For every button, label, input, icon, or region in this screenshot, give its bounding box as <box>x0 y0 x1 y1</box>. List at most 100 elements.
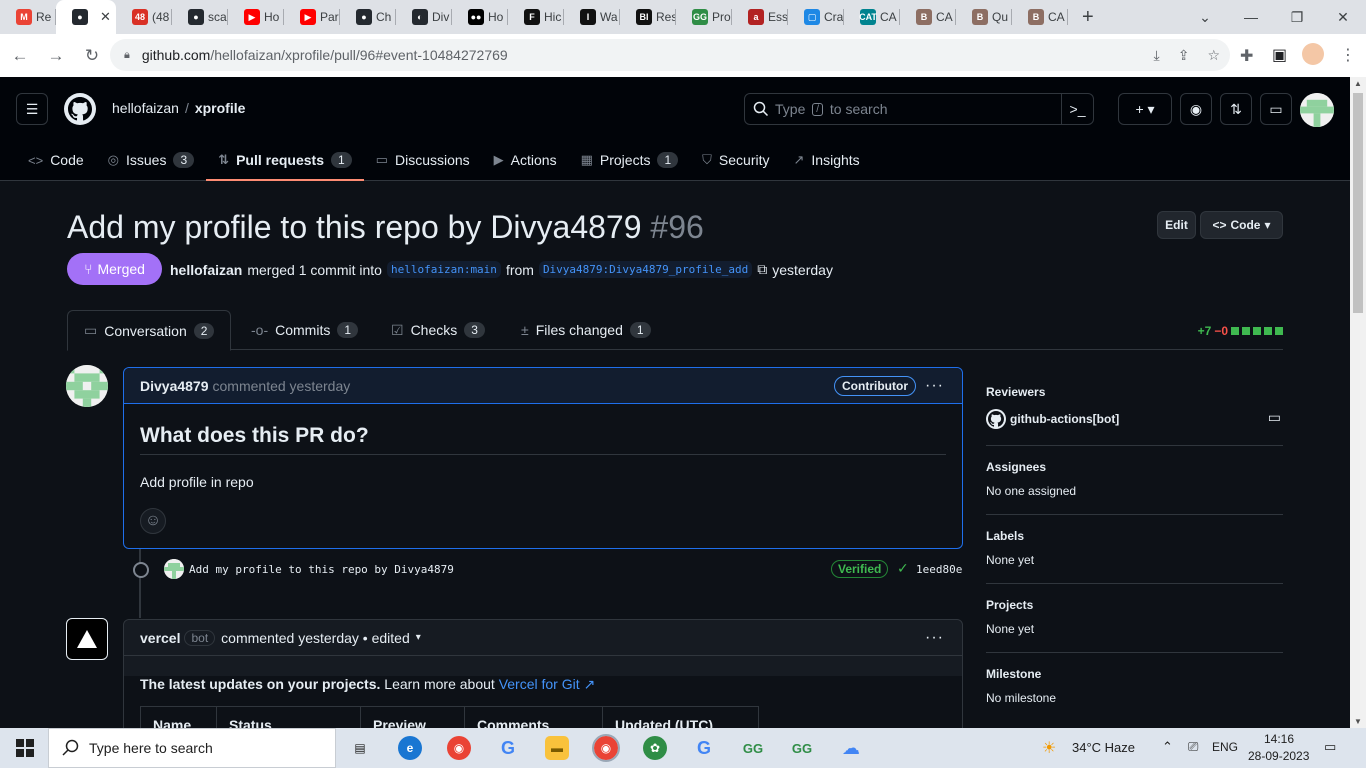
page-scrollbar[interactable]: ▲ ▼ <box>1350 77 1366 728</box>
vercel-avatar[interactable] <box>66 618 108 660</box>
browser-tab[interactable]: GG Pro <box>676 0 732 34</box>
weather-icon[interactable]: ☀ <box>1042 738 1056 758</box>
comment-author[interactable]: Divya4879 <box>140 378 209 394</box>
browser-tab[interactable]: M Re <box>0 0 56 34</box>
repo-nav-issues[interactable]: ◎ Issues 3 <box>96 139 207 181</box>
weather-text[interactable]: 34°C Haze <box>1072 740 1135 755</box>
browser-tab[interactable]: CAT CA <box>844 0 900 34</box>
issues-icon[interactable]: ◉ <box>1180 93 1212 125</box>
commit-author-avatar[interactable] <box>164 559 184 579</box>
code-dropdown-button[interactable]: <> Code ▾ <box>1200 211 1283 239</box>
scrollbar-thumb[interactable] <box>1353 93 1363 313</box>
repo-nav-security[interactable]: ⛉ Security <box>690 139 781 181</box>
browser-tab[interactable]: ●● Ho <box>452 0 508 34</box>
share-icon[interactable]: ⇪ <box>1178 47 1190 64</box>
language-indicator[interactable]: ENG <box>1212 740 1238 754</box>
reload-icon[interactable]: ↻ <box>76 40 108 72</box>
google-icon[interactable]: G <box>496 736 520 760</box>
inbox-icon[interactable]: ▭ <box>1260 93 1292 125</box>
head-branch[interactable]: Divya4879:Divya4879_profile_add <box>538 261 753 278</box>
repo-nav-code[interactable]: <> Code <box>16 139 96 181</box>
windows-start-icon[interactable] <box>16 739 34 762</box>
browser-tab[interactable]: BI Res <box>620 0 676 34</box>
browser-tab[interactable]: 48 (48 <box>116 0 172 34</box>
clock-time[interactable]: 14:16 <box>1264 732 1294 746</box>
vercel-for-git-link[interactable]: Vercel for Git ↗ <box>499 676 596 692</box>
browser-tab[interactable]: ● sca <box>172 0 228 34</box>
comment-options-icon[interactable]: ··· <box>925 377 944 395</box>
repo-nav-pull-requests[interactable]: ⇅ Pull requests 1 <box>206 139 364 181</box>
browser-tab[interactable]: ▶ Par <box>284 0 340 34</box>
bookmark-star-icon[interactable]: ☆ <box>1207 47 1220 64</box>
vercel-comment-options-icon[interactable]: ··· <box>925 629 944 647</box>
commit-message[interactable]: Add my profile to this repo by Divya4879 <box>189 563 454 576</box>
copy-icon[interactable]: ⧉ <box>757 261 767 278</box>
extensions-icon[interactable]: ✚ <box>1240 46 1253 66</box>
google-cloud-icon[interactable]: ☁ <box>839 736 863 760</box>
gfg-second-icon[interactable]: GG <box>790 736 814 760</box>
pr-tab-conversation[interactable]: ▭ Conversation 2 <box>67 310 232 351</box>
close-window-icon[interactable]: ✕ <box>1320 0 1366 34</box>
verified-badge[interactable]: Verified <box>831 560 889 578</box>
install-icon[interactable]: ⤓ <box>1154 47 1160 64</box>
chrome-menu-icon[interactable]: ⋮ <box>1340 45 1356 65</box>
minimize-icon[interactable]: — <box>1228 0 1274 34</box>
pr-tab-checks[interactable]: ☑ Checks 3 <box>391 310 485 350</box>
projects-title[interactable]: Projects <box>986 598 1283 612</box>
review-comment-icon[interactable]: ▭ <box>1268 409 1281 426</box>
vercel-action[interactable]: commented yesterday • edited <box>221 630 410 646</box>
scroll-up-icon[interactable]: ▲ <box>1354 79 1362 88</box>
taskbar-search-input[interactable]: Type here to search <box>48 728 336 768</box>
address-bar[interactable]: 🔒︎ github.com/hellofaizan/xprofile/pull/… <box>110 39 1230 71</box>
gfg-icon[interactable]: GG <box>741 736 765 760</box>
base-branch[interactable]: hellofaizan:main <box>386 261 501 278</box>
edit-history-caret-icon[interactable]: ▾ <box>416 632 421 643</box>
close-tab-icon[interactable]: ✕ <box>100 9 111 25</box>
back-icon[interactable]: ← <box>4 40 36 72</box>
browser-tab[interactable]: I Wa <box>564 0 620 34</box>
browser-tab[interactable]: ▢ Cra <box>788 0 844 34</box>
profile-avatar[interactable] <box>1302 43 1324 65</box>
side-panel-icon[interactable]: ▣ <box>1272 45 1287 65</box>
owner-link[interactable]: hellofaizan <box>112 100 179 116</box>
browser-tab[interactable]: B CA <box>900 0 956 34</box>
new-tab-icon[interactable]: + <box>1082 6 1094 29</box>
repo-nav-actions[interactable]: ▶ Actions <box>482 139 569 181</box>
forward-icon[interactable]: → <box>40 40 72 72</box>
reviewer-item[interactable]: github-actions[bot] <box>986 409 1283 429</box>
browser-tab[interactable]: B Qu <box>956 0 1012 34</box>
repo-link[interactable]: xprofile <box>195 100 246 116</box>
milestone-title[interactable]: Milestone <box>986 667 1283 681</box>
clock-date[interactable]: 28-09-2023 <box>1248 749 1309 763</box>
create-new-button[interactable]: + ▾ <box>1118 93 1172 125</box>
network-icon[interactable]: ⎚ <box>1188 739 1198 755</box>
scroll-down-icon[interactable]: ▼ <box>1354 717 1362 726</box>
task-view-icon[interactable]: ▤ <box>348 736 372 760</box>
browser-tab[interactable]: F Hic <box>508 0 564 34</box>
github-logo-icon[interactable] <box>64 93 96 125</box>
user-avatar[interactable] <box>1300 93 1334 127</box>
repo-nav-projects[interactable]: ▦ Projects 1 <box>569 139 691 181</box>
browser-tab[interactable]: ● Ch <box>340 0 396 34</box>
restore-icon[interactable]: ❐ <box>1274 0 1320 34</box>
assignees-title[interactable]: Assignees <box>986 460 1283 474</box>
search-input[interactable]: Type / to search >_ <box>744 93 1094 125</box>
chrome-active-icon[interactable]: ◉ <box>592 734 620 762</box>
pr-tab-files-changed[interactable]: ± Files changed 1 <box>521 310 651 350</box>
repo-nav-discussions[interactable]: ▭ Discussions <box>364 139 482 181</box>
file-explorer-icon[interactable]: ▬ <box>545 736 569 760</box>
command-palette-icon[interactable]: >_ <box>1061 94 1093 124</box>
google-app-icon[interactable]: G <box>692 736 716 760</box>
tab-search-icon[interactable]: ⌄ <box>1182 0 1228 34</box>
hamburger-menu-icon[interactable]: ☰ <box>16 93 48 125</box>
browser-tab[interactable]: a Ess <box>732 0 788 34</box>
repo-nav-insights[interactable]: ↗ Insights <box>782 139 872 181</box>
author-avatar[interactable] <box>66 365 108 407</box>
gfg-app-icon[interactable]: ✿ <box>643 736 667 760</box>
edit-title-button[interactable]: Edit <box>1157 211 1196 239</box>
edge-icon[interactable]: e <box>398 736 422 760</box>
browser-tab[interactable]: B CA <box>1012 0 1068 34</box>
commit-sha[interactable]: 1eed80e <box>916 563 962 576</box>
vercel-author[interactable]: vercel <box>140 630 180 646</box>
notifications-icon[interactable]: ▭ <box>1324 739 1336 755</box>
